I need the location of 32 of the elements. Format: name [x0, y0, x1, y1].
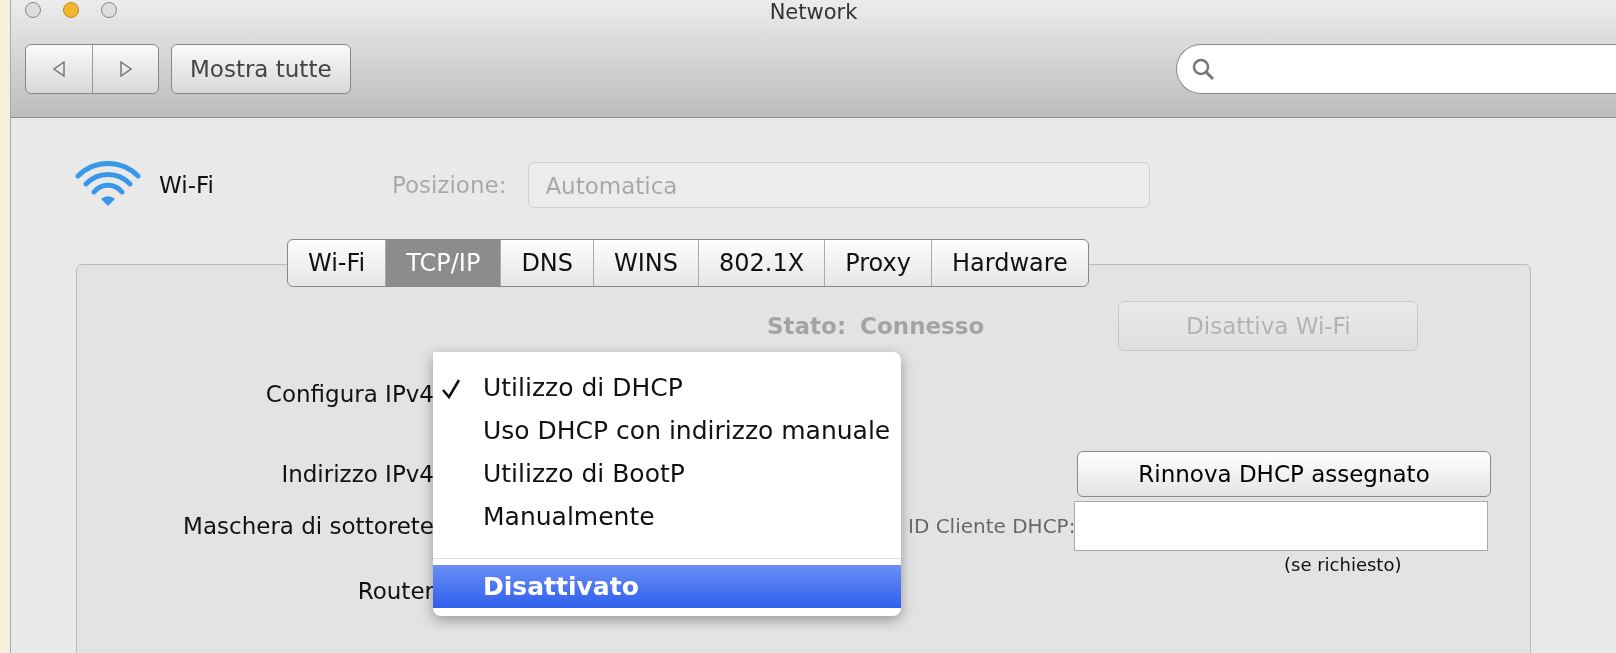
field-label: Maschera di sottorete	[182, 511, 434, 541]
menu-item[interactable]: Manualmente	[433, 495, 901, 538]
tab[interactable]: Proxy	[824, 240, 931, 286]
menu-item[interactable]: Utilizzo di BootP	[433, 452, 901, 495]
tab[interactable]: DNS	[500, 240, 594, 286]
minimize-button[interactable]	[63, 2, 79, 18]
hint-text: (se richiesto)	[1284, 553, 1403, 577]
menu-item[interactable]: Disattivato	[433, 565, 901, 608]
show-all-button[interactable]: Mostra tutte	[171, 44, 351, 94]
zoom-button[interactable]	[101, 2, 117, 18]
status-label: Stato:	[767, 311, 847, 341]
tab[interactable]: 802.1X	[698, 240, 825, 286]
field-label: Indirizzo IPv4	[280, 459, 434, 489]
client-id-field[interactable]	[1074, 501, 1488, 551]
close-button[interactable]	[25, 2, 41, 18]
menu-item[interactable]: Utilizzo di DHCP	[433, 366, 901, 409]
back-icon	[53, 61, 65, 77]
search-field[interactable]	[1176, 44, 1616, 94]
tab[interactable]: WINS	[593, 240, 699, 286]
service-name: Wi-Fi	[159, 170, 214, 200]
forward-icon	[119, 61, 132, 77]
location-label: Posizione:	[391, 170, 507, 200]
client-id-label: ID Cliente DHCP:	[908, 513, 1074, 540]
window-title: Network	[769, 0, 858, 24]
field-label: Router	[356, 576, 434, 606]
search-icon	[1191, 57, 1215, 81]
menu-item[interactable]: Uso DHCP con indirizzo manuale	[433, 409, 901, 452]
status-value: Connesso	[860, 311, 985, 341]
renew-dhcp-button[interactable]: Rinnova DHCP assegnato	[1077, 451, 1491, 497]
tab[interactable]: Hardware	[930, 240, 1088, 286]
field-label: Configura IPv4	[264, 379, 434, 409]
tab[interactable]: Wi-Fi	[288, 240, 386, 286]
